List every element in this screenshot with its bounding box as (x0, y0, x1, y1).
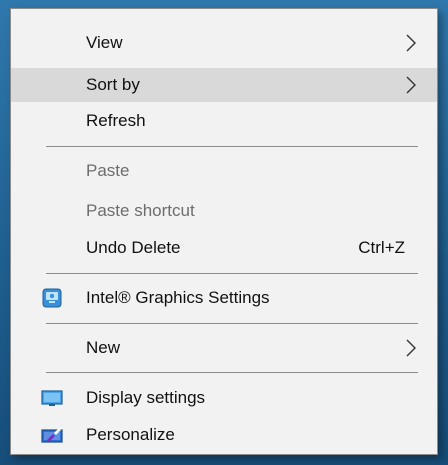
menu-item-label: Paste shortcut (86, 201, 195, 220)
desktop-background: View Sort by Refresh Paste Paste shortcu… (0, 0, 448, 465)
menu-item-sort-by[interactable]: Sort by (11, 68, 437, 102)
display-settings-icon (41, 390, 63, 406)
chevron-right-icon (406, 76, 416, 94)
menu-item-label: View (86, 33, 123, 52)
menu-item-view[interactable]: View (11, 26, 437, 60)
menu-item-new[interactable]: New (11, 331, 437, 365)
menu-item-paste: Paste (11, 154, 437, 188)
menu-item-intel-graphics-settings[interactable]: Intel® Graphics Settings (11, 281, 437, 315)
menu-item-label: Undo Delete (86, 238, 181, 257)
intel-graphics-icon (42, 288, 62, 308)
menu-item-label: Intel® Graphics Settings (86, 288, 270, 307)
menu-item-personalize[interactable]: Personalize (11, 418, 437, 452)
menu-item-undo-delete[interactable]: Undo Delete Ctrl+Z (11, 231, 437, 265)
menu-item-label: Paste (86, 161, 130, 180)
menu-item-label: New (86, 338, 121, 357)
shortcut-label: Ctrl+Z (358, 238, 405, 257)
menu-item-label: Display settings (86, 388, 206, 407)
menu-item-label: Sort by (86, 75, 140, 94)
menu-item-label: Refresh (86, 111, 146, 130)
menu-item-paste-shortcut: Paste shortcut (11, 194, 437, 228)
menu-separator (46, 372, 418, 373)
menu-separator (46, 146, 418, 147)
chevron-right-icon (406, 34, 416, 52)
menu-item-refresh[interactable]: Refresh (11, 104, 437, 138)
context-menu: View Sort by Refresh Paste Paste shortcu… (10, 8, 438, 455)
personalize-icon (41, 428, 63, 443)
menu-item-label: Personalize (86, 425, 175, 444)
menu-item-display-settings[interactable]: Display settings (11, 381, 437, 415)
menu-separator (46, 323, 418, 324)
menu-separator (46, 273, 418, 274)
chevron-right-icon (406, 339, 416, 357)
